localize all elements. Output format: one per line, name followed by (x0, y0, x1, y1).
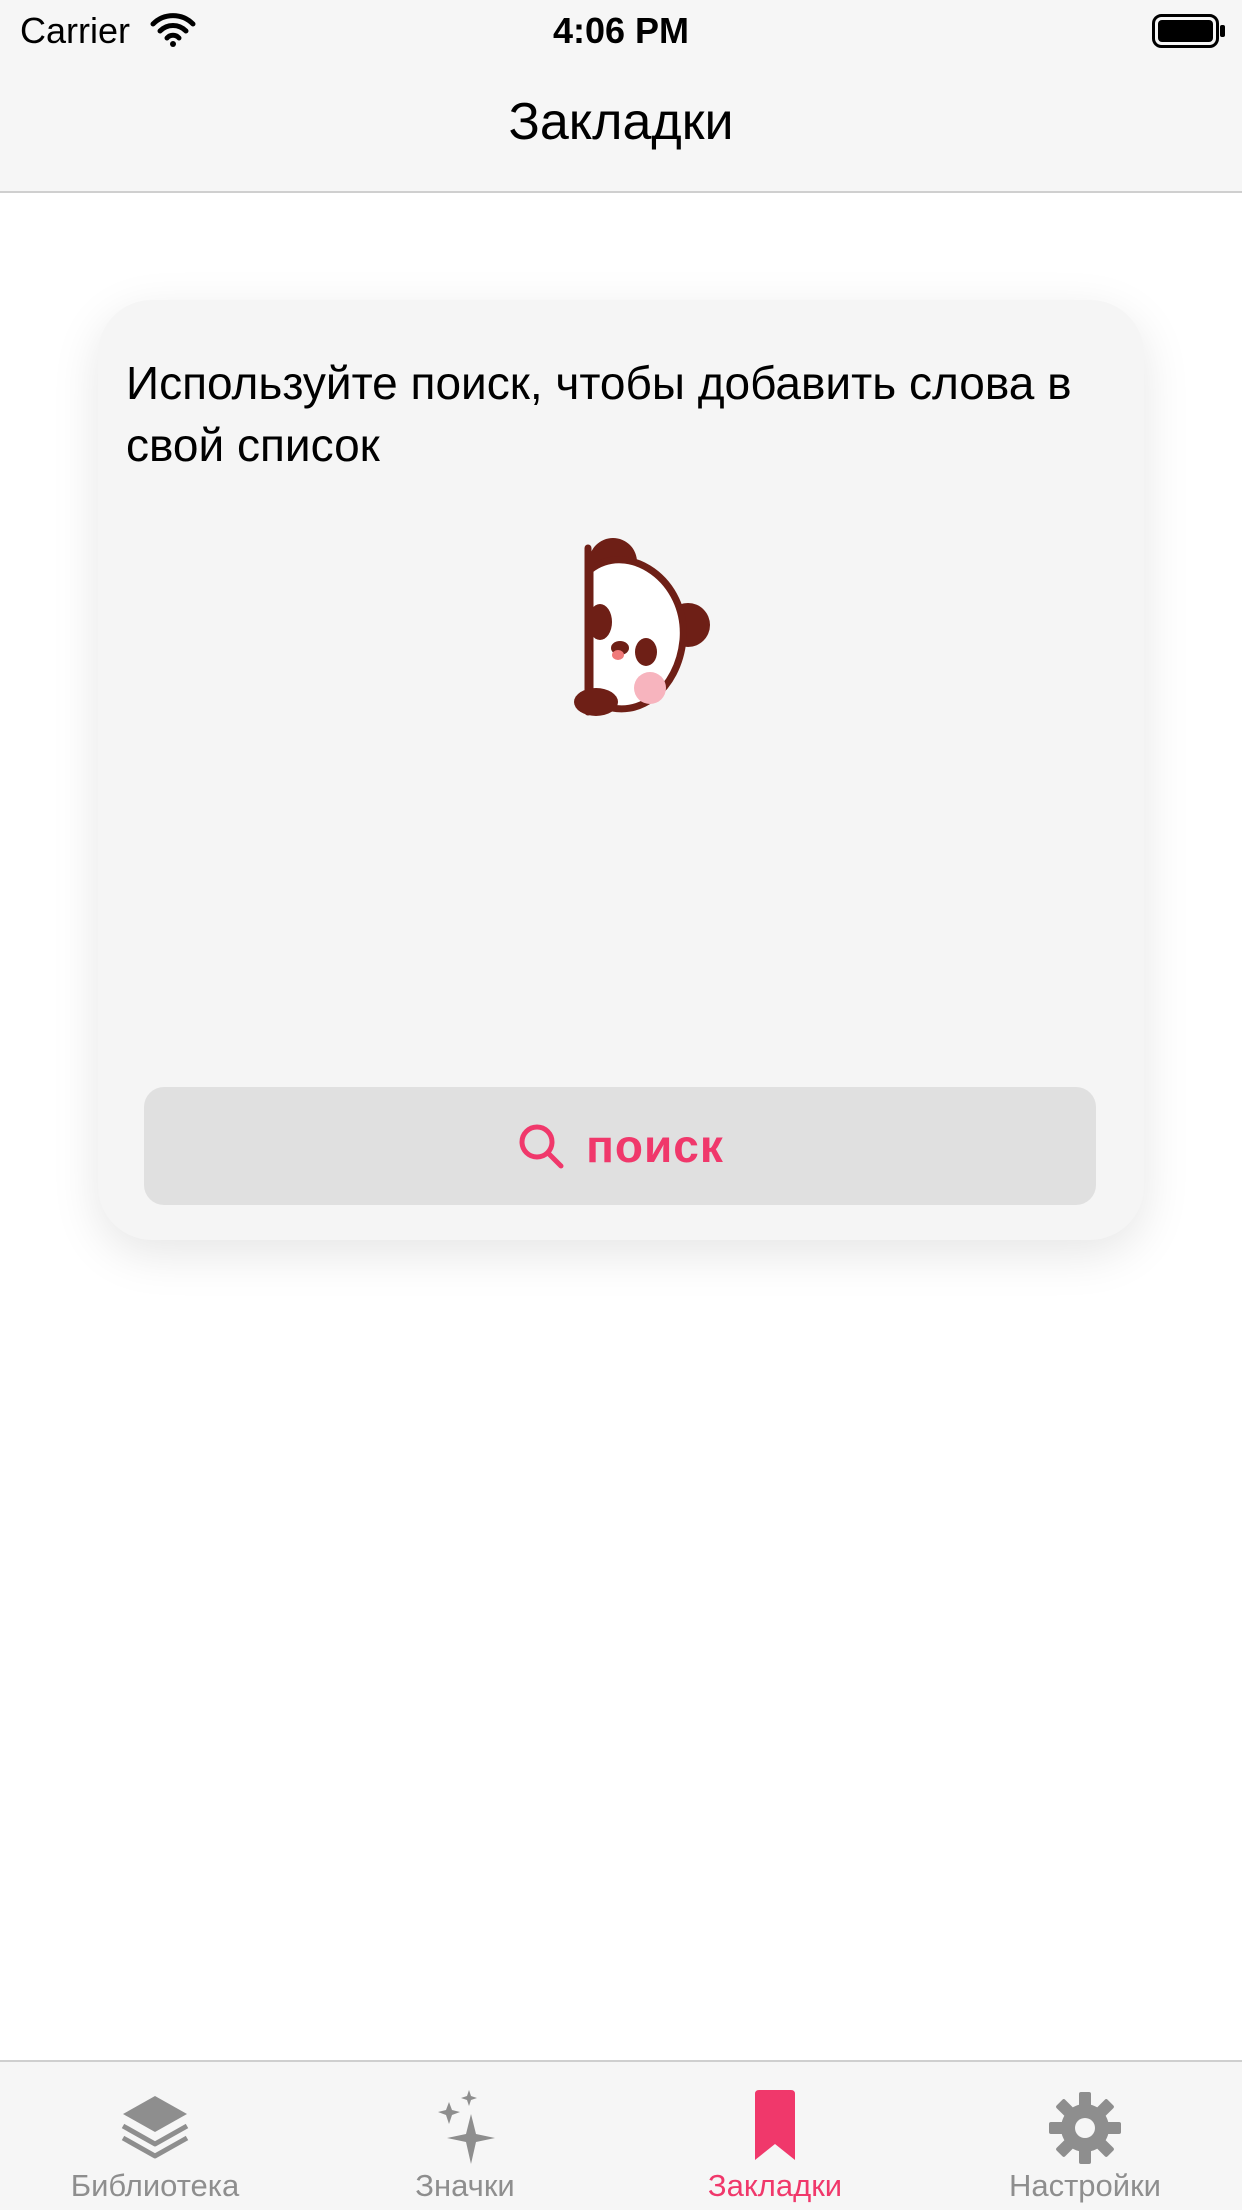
sparkles-icon (438, 2090, 495, 2164)
status-bar: Carrier 4:06 PM (0, 0, 1242, 62)
search-button-label: поиск (586, 1120, 724, 1172)
tab-bar: Библиотека Значки Закладки Настройки (0, 2060, 1242, 2210)
tab-library[interactable]: Библиотека (0, 2062, 310, 2210)
layers-icon (121, 2096, 189, 2159)
tab-bookmarks-label: Закладки (707, 2168, 843, 2203)
tab-settings[interactable]: Настройки (930, 2062, 1240, 2210)
battery-icon (1152, 14, 1225, 48)
tab-library-label: Библиотека (70, 2168, 240, 2203)
search-button[interactable]: поиск (144, 1087, 1096, 1205)
navigation-bar: Закладки (0, 62, 1242, 193)
tab-badges-label: Значки (415, 2168, 515, 2203)
gear-icon (1049, 2092, 1121, 2164)
bookmark-icon (755, 2090, 795, 2160)
search-icon (519, 1124, 564, 1169)
panda-peek-icon (574, 538, 710, 716)
tab-badges[interactable]: Значки (310, 2062, 620, 2210)
tab-settings-label: Настройки (1008, 2168, 1161, 2203)
empty-state-card: Используйте поиск, чтобы добавить слова … (98, 300, 1144, 1240)
tab-bookmarks[interactable]: Закладки (620, 2062, 930, 2210)
status-time: 4:06 PM (552, 10, 690, 51)
empty-state-message: Используйте поиск, чтобы добавить слова … (126, 357, 1072, 471)
page-title: Закладки (508, 93, 734, 151)
